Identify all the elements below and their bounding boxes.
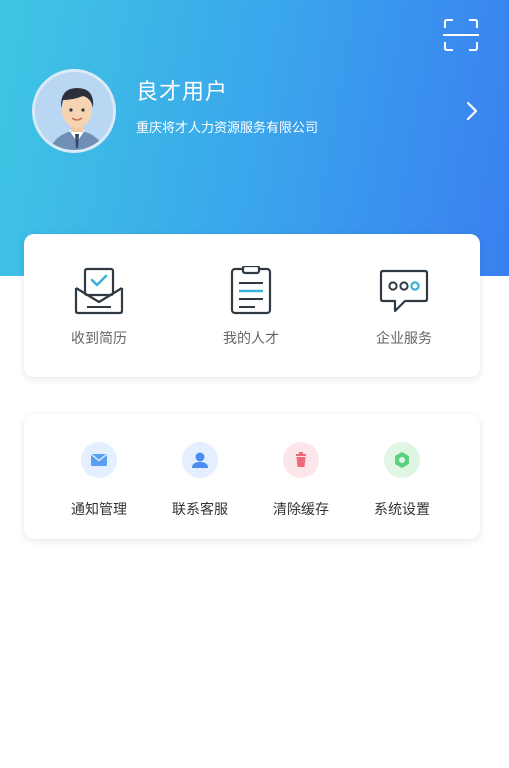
avatar[interactable] <box>32 69 116 153</box>
scan-icon[interactable] <box>443 18 479 52</box>
menu-label: 企业服务 <box>376 331 432 347</box>
menu-item-enterprise-services[interactable]: 企业服务 <box>349 266 459 348</box>
main-menu-card: 收到简历 我的人才 企业服务 <box>24 234 480 377</box>
clipboard-icon <box>230 266 272 315</box>
menu-label: 联系客服 <box>172 502 228 518</box>
user-avatar-icon <box>35 72 113 150</box>
menu-label: 收到简历 <box>71 331 127 347</box>
menu-item-clear-cache[interactable]: 清除缓存 <box>251 442 351 519</box>
gear-icon <box>384 442 420 478</box>
menu-item-system-settings[interactable]: 系统设置 <box>352 442 452 519</box>
chat-bubble-icon <box>379 269 429 313</box>
menu-item-contact-support[interactable]: 联系客服 <box>150 442 250 519</box>
trash-icon <box>283 442 319 478</box>
user-icon <box>182 442 218 478</box>
menu-label: 清除缓存 <box>273 502 329 518</box>
menu-item-my-talent[interactable]: 我的人才 <box>196 266 306 348</box>
settings-menu-card: 通知管理 联系客服 清除缓存 系统设置 <box>24 414 480 539</box>
user-name[interactable]: 良才用户 <box>136 74 228 106</box>
menu-item-received-resumes[interactable]: 收到简历 <box>44 266 154 348</box>
mail-icon <box>81 442 117 478</box>
menu-label: 通知管理 <box>71 502 127 518</box>
menu-item-notification-management[interactable]: 通知管理 <box>49 442 149 519</box>
menu-label: 系统设置 <box>374 502 430 518</box>
menu-label: 我的人才 <box>223 331 279 347</box>
company-name: 重庆将才人力资源服务有限公司 <box>136 121 319 136</box>
resume-inbox-icon <box>74 267 124 315</box>
chevron-right-icon[interactable] <box>463 100 481 122</box>
